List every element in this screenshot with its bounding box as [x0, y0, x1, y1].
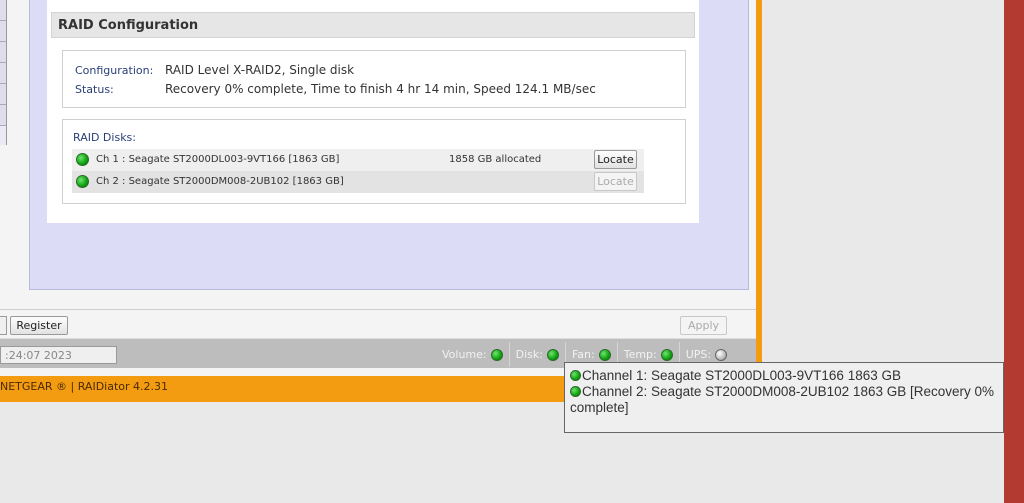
sidebar-item[interactable] — [0, 63, 6, 84]
status-temp-label: Temp: — [623, 348, 657, 361]
configuration-value: RAID Level X-RAID2, Single disk — [165, 63, 355, 77]
disk-name: Ch 1 : Seagate ST2000DL003-9VT166 [1863 … — [96, 154, 340, 165]
content-panel: RAID Configuration Configuration: RAID Le… — [29, 0, 749, 290]
status-volume-label: Volume: — [442, 348, 487, 361]
sidebar-item[interactable] — [0, 21, 6, 42]
sidebar-item[interactable] — [0, 42, 6, 63]
disk-name: Ch 2 : Seagate ST2000DM008-2UB102 [1863 … — [96, 176, 344, 187]
raid-disks-box: RAID Disks: Ch 1 : Seagate ST2000DL003-9… — [62, 119, 686, 204]
prev-button-fragment[interactable] — [0, 316, 7, 335]
status-ups-label: UPS: — [685, 348, 712, 361]
sidebar-fragment — [0, 0, 7, 145]
status-volume[interactable]: Volume: — [436, 342, 509, 367]
sidebar-item[interactable] — [0, 84, 6, 105]
volume-led-icon — [490, 348, 503, 361]
tooltip-line2-text: Channel 2: Seagate ST2000DM008-2UB102 18… — [570, 384, 995, 415]
fan-led-icon — [598, 348, 611, 361]
status-disk[interactable]: Disk: — [508, 342, 565, 367]
channel2-led-icon — [570, 386, 581, 397]
sidebar-item[interactable] — [0, 0, 6, 21]
disk-row-ch2: Ch 2 : Seagate ST2000DM008-2UB102 [1863 … — [72, 171, 644, 193]
app-window: RAID Configuration Configuration: RAID Le… — [0, 0, 762, 402]
locate-button-ch1[interactable]: Locate — [594, 150, 637, 169]
status-label: Status: — [75, 83, 114, 96]
tooltip-line1-text: Channel 1: Seagate ST2000DL003-9VT166 18… — [582, 368, 901, 383]
ups-led-icon — [715, 348, 728, 361]
configuration-label: Configuration: — [75, 64, 154, 77]
status-value: Recovery 0% complete, Time to finish 4 h… — [165, 82, 596, 96]
app-inner: RAID Configuration Configuration: RAID Le… — [0, 0, 756, 376]
tooltip-line-ch1: Channel 1: Seagate ST2000DL003-9VT166 18… — [570, 368, 999, 384]
action-divider — [0, 309, 756, 310]
raid-config-box: Configuration: RAID Level X-RAID2, Single… — [62, 50, 686, 108]
footer-brand: NETGEAR ® | RAIDiator 4.2.31 — [0, 380, 169, 393]
background-window-edge — [1004, 0, 1024, 503]
disk-status-led-icon — [76, 175, 89, 188]
disk-allocated: 1858 GB allocated — [449, 154, 542, 165]
raid-section-title: RAID Configuration — [51, 12, 695, 38]
channel1-led-icon — [570, 370, 581, 381]
tooltip-line-ch2: Channel 2: Seagate ST2000DM008-2UB102 18… — [570, 384, 999, 416]
status-fan-label: Fan: — [571, 348, 595, 361]
raid-disks-label: RAID Disks: — [73, 131, 136, 144]
time-field: :24:07 2023 — [0, 346, 117, 364]
sidebar-item[interactable] — [0, 105, 6, 126]
disk-status-tooltip: Channel 1: Seagate ST2000DL003-9VT166 18… — [564, 362, 1004, 433]
raid-configuration-card: RAID Configuration Configuration: RAID Le… — [47, 0, 699, 223]
status-disk-label: Disk: — [515, 348, 543, 361]
configuration-row: Configuration: RAID Level X-RAID2, Single… — [75, 63, 354, 77]
status-row: Status: Recovery 0% complete, Time to fin… — [75, 82, 596, 96]
apply-button[interactable]: Apply — [680, 316, 727, 335]
disk-status-led-icon — [76, 153, 89, 166]
locate-button-ch2[interactable]: Locate — [594, 172, 637, 191]
temp-led-icon — [660, 348, 673, 361]
disk-row-ch1: Ch 1 : Seagate ST2000DL003-9VT166 [1863 … — [72, 149, 644, 171]
disk-led-icon — [546, 348, 559, 361]
register-button[interactable]: Register — [10, 316, 68, 335]
